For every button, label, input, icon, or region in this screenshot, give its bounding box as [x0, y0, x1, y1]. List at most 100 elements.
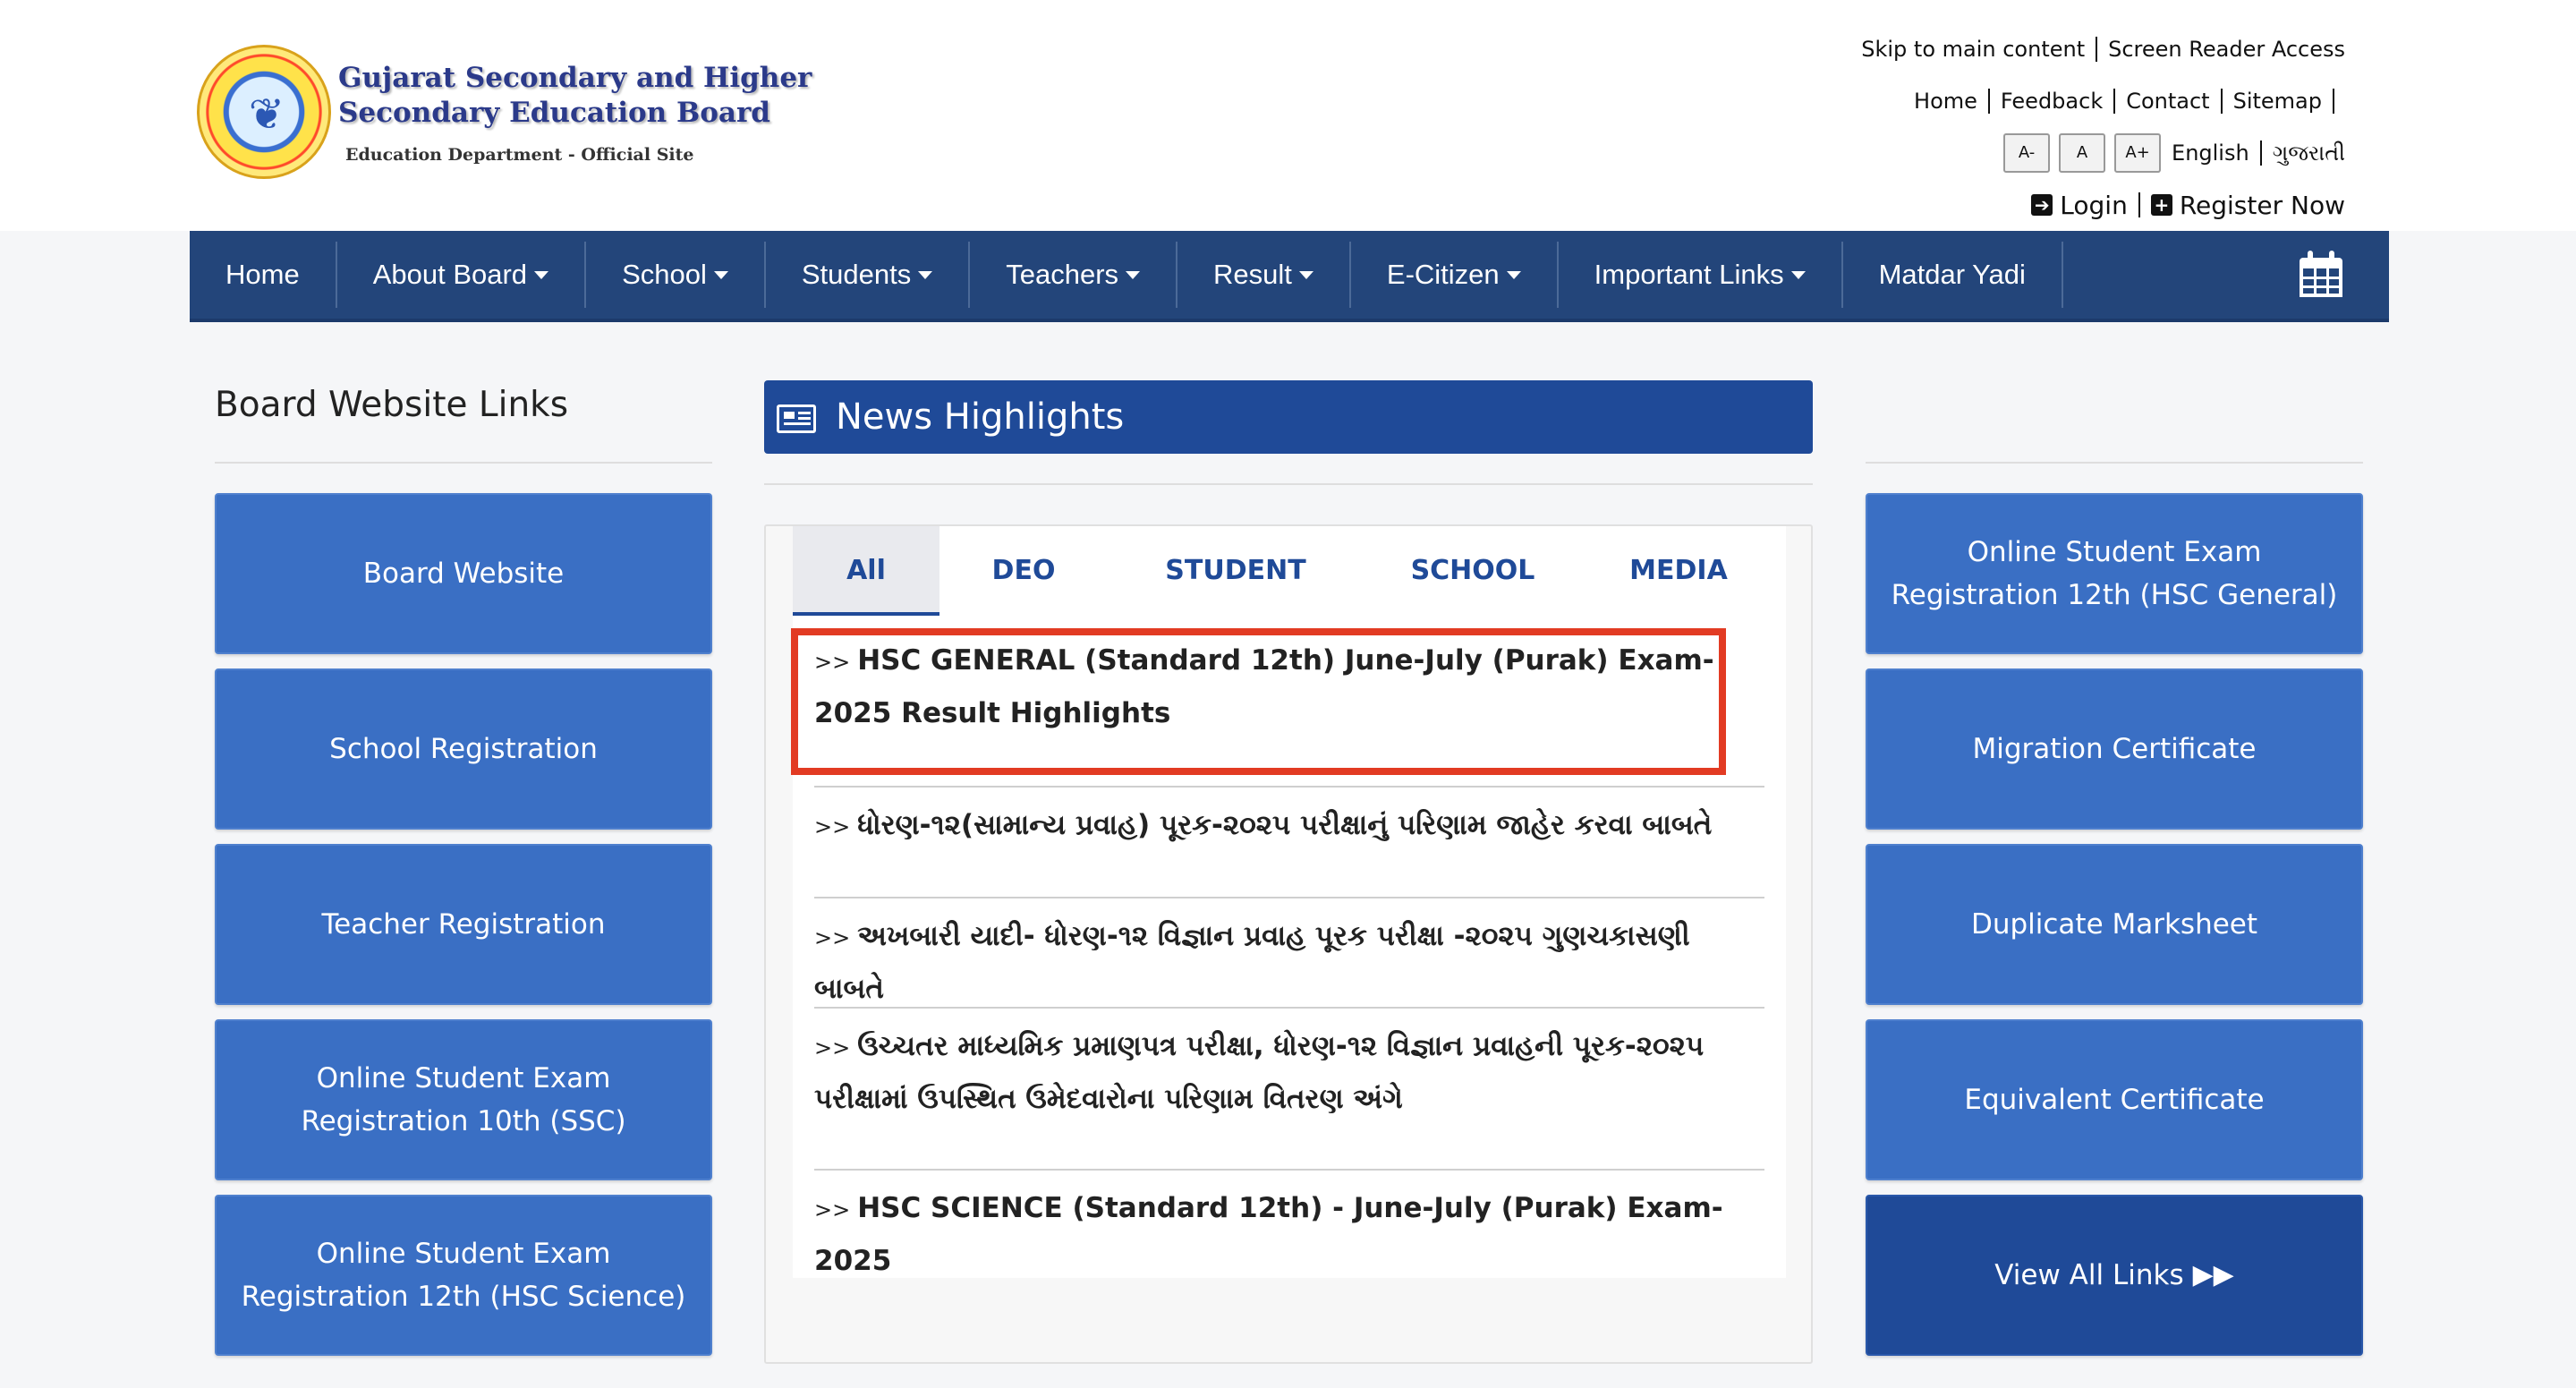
nav-about-board[interactable]: About Board: [337, 242, 587, 308]
nav-label: Result: [1213, 259, 1292, 290]
divider: [2113, 89, 2116, 114]
gujarati-language-link[interactable]: ગુજરાતી: [2273, 141, 2345, 166]
skip-to-main-link[interactable]: Skip to main content: [1861, 37, 2085, 62]
news-item[interactable]: >> ધોરણ-૧૨(સામાન્ય પ્રવાહ) પૂરક-૨૦૨૫ પરીક…: [814, 800, 1764, 853]
swan-icon: ❦: [248, 89, 285, 140]
news-highlights-header: News Highlights: [764, 380, 1813, 454]
tab-all[interactable]: All: [793, 526, 939, 616]
plus-square-icon: +: [2150, 194, 2172, 216]
divider: [2138, 192, 2140, 217]
calendar-grid: [2300, 268, 2342, 297]
news-item-text: HSC SCIENCE (Standard 12th) - June-July …: [814, 1192, 1723, 1277]
feedback-link[interactable]: Feedback: [2001, 89, 2103, 114]
logo-link[interactable]: ❦ Gujarat Secondary and Higher Secondary…: [197, 45, 812, 188]
divider: [2333, 89, 2334, 114]
caret-down-icon: [1126, 270, 1141, 279]
tab-deo[interactable]: DEO: [961, 526, 1086, 616]
utility-links-row: Home Feedback Contact Sitemap: [1861, 75, 2345, 127]
home-link[interactable]: Home: [1914, 89, 1977, 114]
board-subtitle: Education Department - Official Site: [345, 145, 694, 165]
divider: [814, 1007, 1764, 1009]
board-name-line2: Secondary Education Board: [338, 97, 770, 129]
tab-student[interactable]: STUDENT: [1133, 526, 1339, 616]
double-chevron-right-icon: ▶▶: [2192, 1259, 2234, 1290]
news-title: News Highlights: [836, 396, 1125, 438]
caret-down-icon: [918, 270, 933, 279]
tile-duplicate-marksheet[interactable]: Duplicate Marksheet: [1866, 844, 2363, 1005]
calendar-ring: [2329, 251, 2334, 263]
tile-migration-certificate[interactable]: Migration Certificate: [1866, 668, 2363, 830]
newspaper-icon: [777, 404, 816, 433]
news-prefix: >>: [814, 925, 851, 950]
nav-matdar-yadi[interactable]: Matdar Yadi: [1843, 242, 2063, 308]
tile-teacher-registration[interactable]: Teacher Registration: [215, 844, 712, 1005]
nav-label: About Board: [372, 259, 528, 290]
news-item[interactable]: >> અખબારી યાદી- ધોરણ-૧૨ વિજ્ઞાન પ્રવાહ પૂ…: [814, 911, 1764, 1015]
nav-label: E-Citizen: [1386, 259, 1500, 290]
font-lang-row: A- A A+ English ગુજરાતી: [1861, 127, 2345, 179]
news-prefix: >>: [814, 1035, 851, 1060]
board-name-line1: Gujarat Secondary and Higher: [338, 62, 812, 94]
nav-label: Matdar Yadi: [1878, 259, 2026, 290]
calendar-ring: [2308, 251, 2313, 263]
board-website-links-title: Board Website Links: [215, 385, 569, 425]
news-item[interactable]: >> HSC SCIENCE (Standard 12th) - June-Jul…: [814, 1183, 1764, 1287]
tile-school-registration[interactable]: School Registration: [215, 668, 712, 830]
tile-exam-registration-ssc[interactable]: Online Student Exam Registration 10th (S…: [215, 1019, 712, 1180]
divider: [814, 897, 1764, 898]
caret-down-icon: [1298, 270, 1314, 279]
nav-e-citizen[interactable]: E-Citizen: [1351, 242, 1559, 308]
view-all-label: View All Links: [1994, 1259, 2184, 1291]
news-item-text: અખબારી યાદી- ધોરણ-૧૨ વિજ્ઞાન પ્રવાહ પૂરક…: [814, 920, 1690, 1005]
news-item-text: ઉચ્ચતર માધ્યમિક પ્રમાણપત્ર પરીક્ષા, ધોરણ…: [814, 1030, 1705, 1115]
view-all-links-button[interactable]: View All Links ▶▶: [1866, 1195, 2363, 1356]
tile-equivalent-certificate[interactable]: Equivalent Certificate: [1866, 1019, 2363, 1180]
screen-reader-link[interactable]: Screen Reader Access: [2108, 37, 2345, 62]
news-prefix: >>: [814, 814, 851, 839]
nav-school[interactable]: School: [586, 242, 766, 308]
nav-teachers[interactable]: Teachers: [970, 242, 1178, 308]
tab-media[interactable]: MEDIA: [1598, 526, 1759, 616]
divider: [1866, 462, 2363, 464]
nav-label: Teachers: [1006, 259, 1119, 290]
nav-result[interactable]: Result: [1177, 242, 1351, 308]
nav-students[interactable]: Students: [766, 242, 971, 308]
divider: [1987, 89, 1990, 114]
english-language-link[interactable]: English: [2172, 141, 2249, 166]
nav-label: Students: [801, 259, 912, 290]
news-item[interactable]: >> ઉચ્ચતર માધ્યમિક પ્રમાણપત્ર પરીક્ષા, ધો…: [814, 1021, 1764, 1125]
login-row: ➔ Login + Register Now: [1861, 179, 2345, 231]
news-tabs: All DEO STUDENT SCHOOL MEDIA: [793, 526, 1786, 616]
calendar-icon[interactable]: [2300, 251, 2342, 297]
caret-down-icon: [534, 270, 549, 279]
caret-down-icon: [1790, 270, 1806, 279]
divider: [2220, 89, 2223, 114]
tile-board-website[interactable]: Board Website: [215, 493, 712, 654]
font-decrease-button[interactable]: A-: [2003, 133, 2051, 173]
login-link[interactable]: Login: [2060, 191, 2128, 220]
news-item-text: ધોરણ-૧૨(સામાન્ય પ્રવાહ) પૂરક-૨૦૨૫ પરીક્ષ…: [857, 809, 1713, 841]
accessibility-row: Skip to main content Screen Reader Acces…: [1861, 23, 2345, 75]
site-header: ❦ Gujarat Secondary and Higher Secondary…: [0, 0, 2576, 231]
sign-in-icon: ➔: [2031, 194, 2053, 216]
nav-home[interactable]: Home: [190, 242, 337, 308]
contact-link[interactable]: Contact: [2126, 89, 2209, 114]
board-name: Gujarat Secondary and Higher Secondary E…: [338, 61, 812, 131]
nav-important-links[interactable]: Important Links: [1559, 242, 1843, 308]
top-links: Skip to main content Screen Reader Acces…: [1861, 23, 2345, 231]
divider: [2096, 37, 2098, 62]
tile-exam-registration-hsc-science[interactable]: Online Student Exam Registration 12th (H…: [215, 1195, 712, 1356]
tab-school[interactable]: SCHOOL: [1383, 526, 1562, 616]
font-normal-button[interactable]: A: [2059, 133, 2106, 173]
divider: [814, 786, 1764, 788]
divider: [215, 462, 712, 464]
font-increase-button[interactable]: A+: [2114, 133, 2162, 173]
board-seal-logo: ❦: [197, 45, 331, 179]
sitemap-link[interactable]: Sitemap: [2233, 89, 2322, 114]
register-link[interactable]: Register Now: [2180, 191, 2345, 220]
divider: [814, 1169, 1764, 1171]
tile-exam-registration-hsc-general[interactable]: Online Student Exam Registration 12th (H…: [1866, 493, 2363, 654]
divider: [764, 483, 1813, 485]
calendar-top: [2300, 258, 2342, 268]
caret-down-icon: [1506, 270, 1521, 279]
